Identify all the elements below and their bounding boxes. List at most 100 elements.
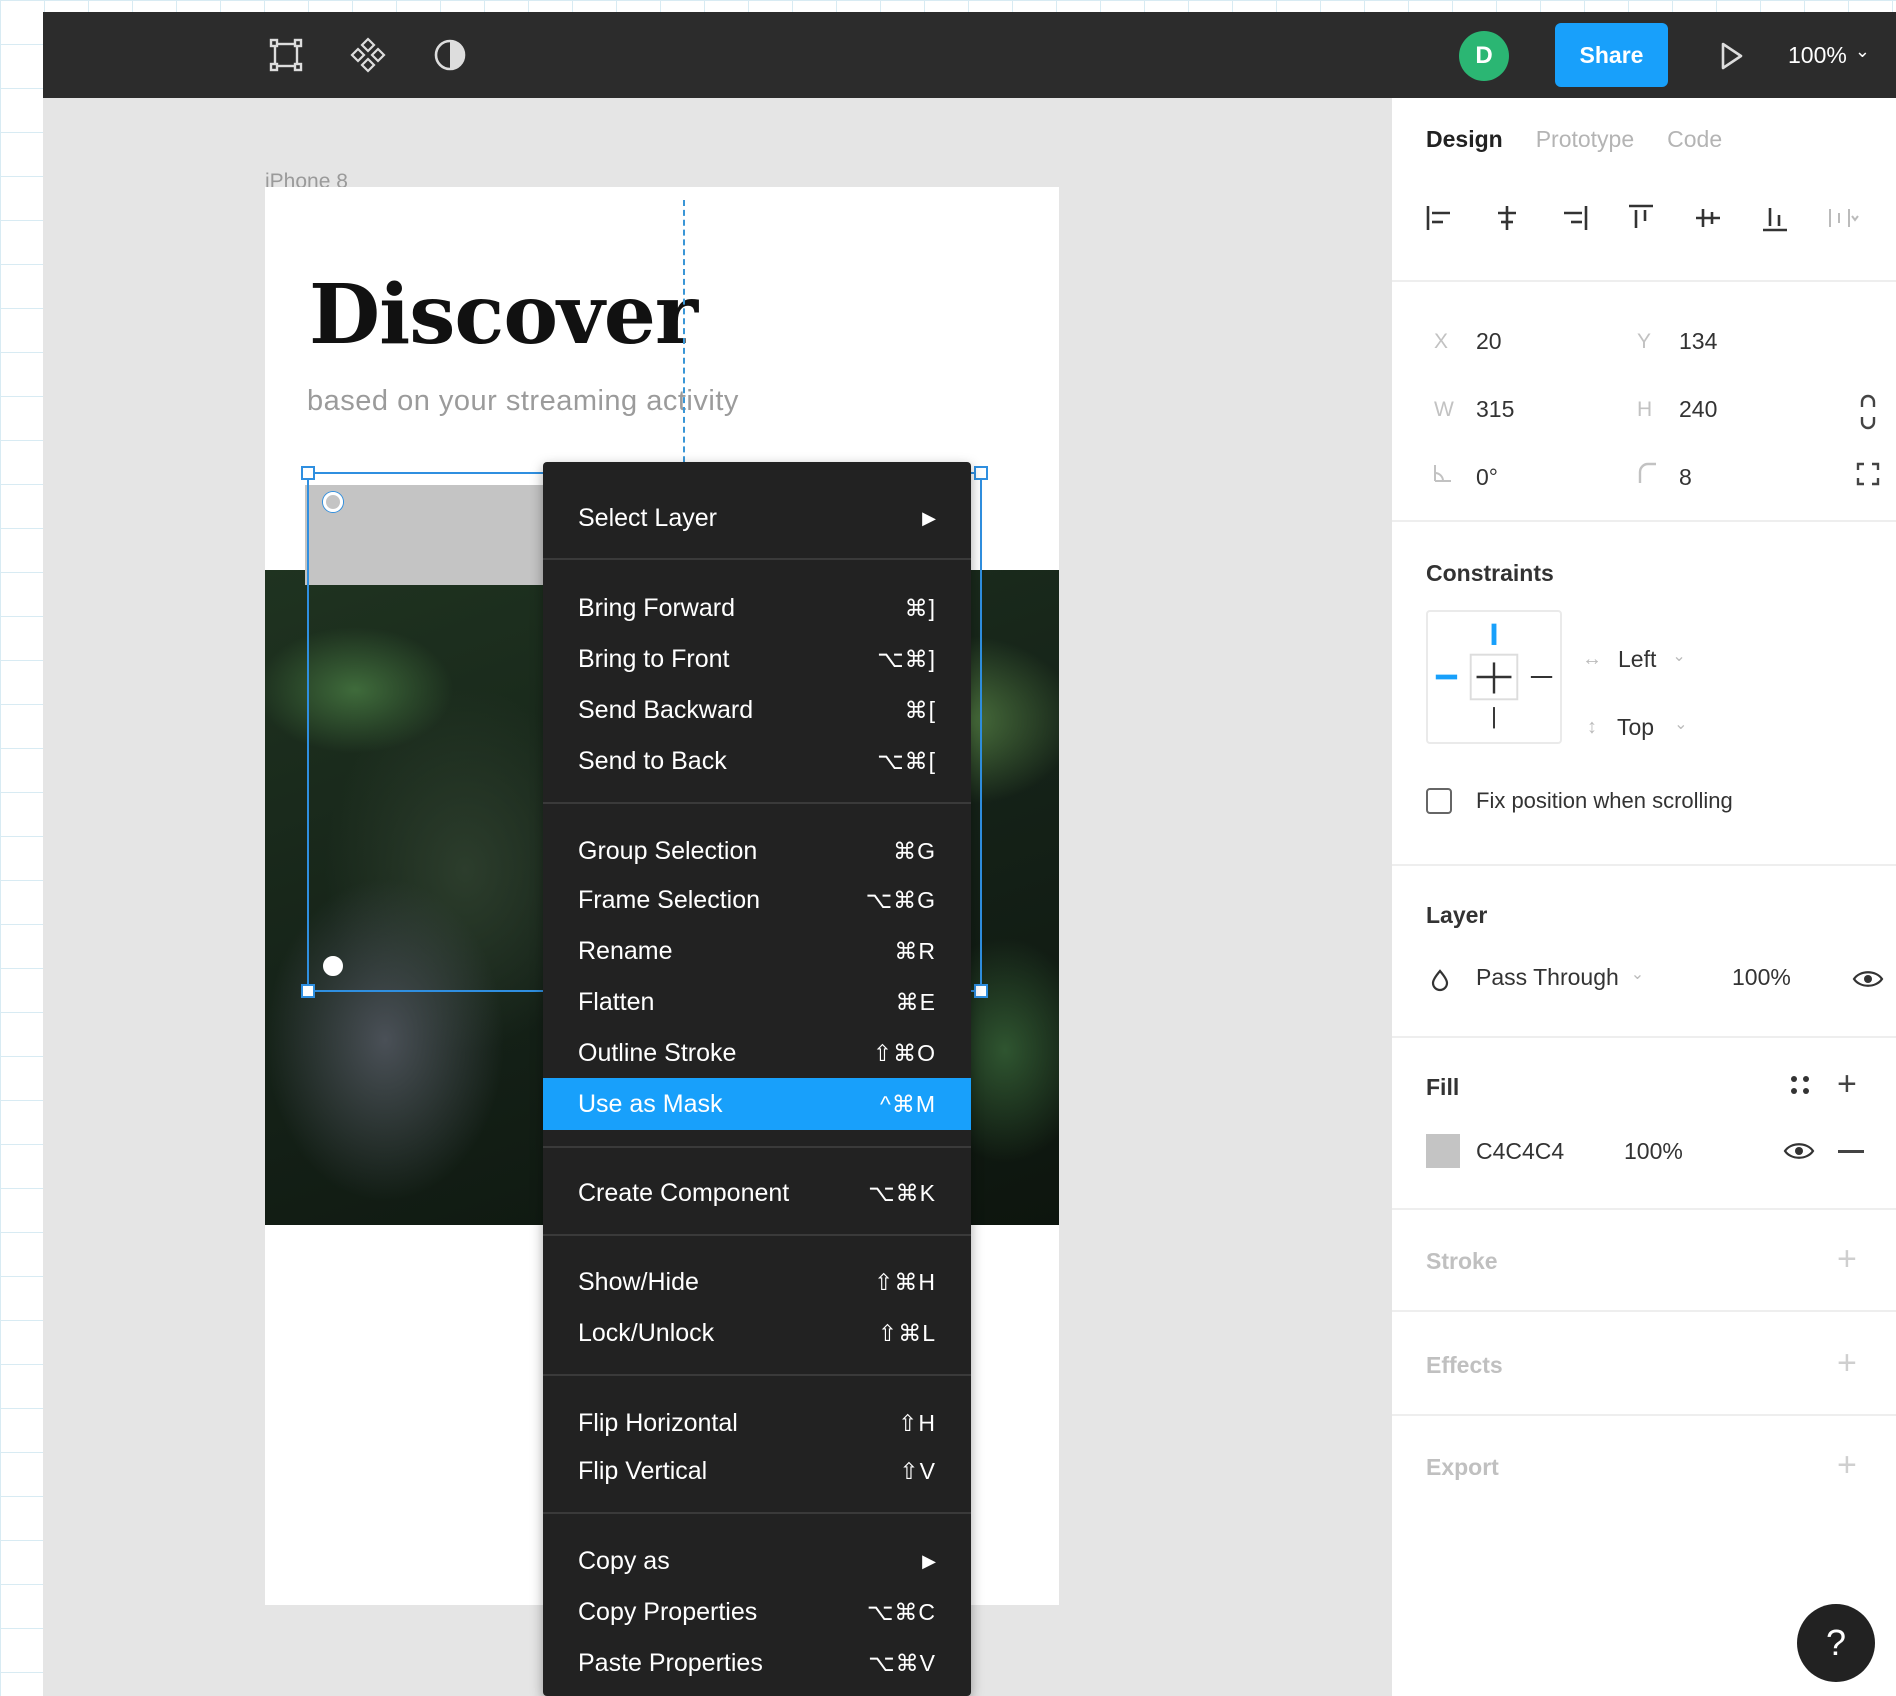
distribute-icon[interactable] [1824, 200, 1860, 236]
menu-item-copy-as[interactable]: Copy as ▶ [543, 1535, 971, 1587]
menu-item-frame-selection[interactable]: Frame Selection ⌥⌘G [543, 874, 971, 926]
constrain-proportions-icon[interactable] [1856, 394, 1880, 430]
panel-divider [1392, 1414, 1896, 1416]
eye-icon[interactable] [1852, 966, 1884, 992]
menu-item-flip-vertical[interactable]: Flip Vertical ⇧V [543, 1445, 971, 1497]
alignment-toolbar [1422, 200, 1860, 236]
menu-item-bring-to-front[interactable]: Bring to Front ⌥⌘] [543, 633, 971, 685]
discover-heading[interactable]: Discover [309, 267, 698, 363]
menu-item-outline-stroke[interactable]: Outline Stroke ⇧⌘O [543, 1027, 971, 1079]
menu-item-flatten[interactable]: Flatten ⌘E [543, 976, 971, 1028]
horizontal-constraint-value: Left [1618, 646, 1657, 672]
blend-mode-select[interactable]: Pass Through ⌄ [1476, 964, 1644, 991]
menu-item-label: Outline Stroke [578, 1038, 737, 1067]
align-vertical-center-icon[interactable] [1690, 200, 1726, 236]
resize-handle-top-right[interactable] [974, 466, 988, 480]
fill-color-swatch[interactable] [1426, 1134, 1460, 1168]
blend-mode-icon [1431, 969, 1449, 992]
zoom-value: 100% [1788, 42, 1847, 68]
menu-item-shortcut: ⌘] [904, 594, 936, 621]
frame-tool-icon[interactable] [265, 34, 307, 76]
layer-opacity-field[interactable]: 100% [1732, 964, 1791, 991]
corner-radius-handle[interactable] [323, 492, 343, 512]
avatar[interactable]: D [1459, 31, 1509, 81]
eye-icon[interactable] [1783, 1138, 1815, 1164]
menu-item-copy-properties[interactable]: Copy Properties ⌥⌘C [543, 1586, 971, 1638]
chevron-down-icon: ⌄ [1854, 41, 1870, 61]
help-button[interactable]: ? [1797, 1604, 1875, 1682]
fill-opacity-field[interactable]: 100% [1624, 1138, 1683, 1165]
menu-item-send-to-back[interactable]: Send to Back ⌥⌘[ [543, 735, 971, 787]
menu-item-label: Flip Horizontal [578, 1408, 738, 1437]
panel-divider [1392, 1036, 1896, 1038]
y-field[interactable]: 134 [1679, 328, 1717, 355]
width-field[interactable]: 315 [1476, 396, 1514, 423]
height-field[interactable]: 240 [1679, 396, 1717, 423]
menu-divider [543, 1374, 971, 1376]
menu-item-shortcut: ^⌘M [880, 1090, 936, 1117]
menu-item-label: Lock/Unlock [578, 1318, 715, 1347]
rotation-icon [1434, 465, 1451, 482]
resize-handle-bottom-left[interactable] [301, 984, 315, 998]
center-guide-line [683, 200, 685, 482]
horizontal-arrows-icon: ↔ [1582, 648, 1602, 670]
contrast-icon[interactable] [429, 34, 471, 76]
component-icon[interactable] [347, 34, 389, 76]
x-field[interactable]: 20 [1476, 328, 1502, 355]
align-left-icon[interactable] [1422, 200, 1458, 236]
horizontal-constraint-select[interactable]: ↔ Left ⌄ [1582, 646, 1686, 673]
properties-panel: Design Prototype Code X 20 Y 134 W 315 H… [1392, 98, 1896, 1696]
panel-divider [1392, 520, 1896, 522]
fill-hex-field[interactable]: C4C4C4 [1476, 1138, 1564, 1165]
layer-title: Layer [1426, 902, 1488, 928]
rotation-field[interactable]: 0° [1476, 464, 1498, 491]
menu-item-create-component[interactable]: Create Component ⌥⌘K [543, 1167, 971, 1219]
add-stroke-icon[interactable]: + [1837, 1242, 1857, 1276]
align-right-icon[interactable] [1556, 200, 1592, 236]
chevron-down-icon: ⌄ [1630, 965, 1645, 983]
menu-item-send-backward[interactable]: Send Backward ⌘[ [543, 684, 971, 736]
share-button[interactable]: Share [1555, 23, 1668, 87]
add-fill-icon[interactable]: + [1837, 1067, 1857, 1101]
menu-item-flip-horizontal[interactable]: Flip Horizontal ⇧H [543, 1397, 971, 1449]
menu-item-shortcut: ⌥⌘V [868, 1649, 936, 1676]
menu-item-shortcut: ⇧⌘L [877, 1319, 936, 1346]
tab-prototype[interactable]: Prototype [1536, 126, 1634, 153]
align-horizontal-center-icon[interactable] [1489, 200, 1525, 236]
menu-item-use-as-mask[interactable]: Use as Mask ^⌘M [543, 1078, 971, 1130]
zoom-dropdown[interactable]: 100% ⌄ [1788, 41, 1870, 69]
menu-item-lock-unlock[interactable]: Lock/Unlock ⇧⌘L [543, 1307, 971, 1359]
remove-fill-icon[interactable] [1838, 1150, 1864, 1153]
menu-item-label: Send to Back [578, 746, 727, 775]
menu-item-label: Flatten [578, 987, 655, 1016]
corner-radius-handle-bottom[interactable] [323, 956, 343, 976]
subheading-text[interactable]: based on your streaming activity [307, 385, 739, 418]
menu-item-select-layer[interactable]: Select Layer ▶ [543, 492, 971, 544]
resize-handle-top-left[interactable] [301, 466, 315, 480]
tab-design[interactable]: Design [1426, 126, 1503, 153]
independent-corners-icon[interactable] [1856, 462, 1880, 486]
submenu-arrow-icon: ▶ [922, 1550, 936, 1571]
menu-item-show-hide[interactable]: Show/Hide ⇧⌘H [543, 1256, 971, 1308]
constraints-widget[interactable] [1426, 610, 1562, 744]
menu-item-bring-forward[interactable]: Bring Forward ⌘] [543, 582, 971, 634]
vertical-constraint-select[interactable]: ↕ Top ⌄ [1587, 714, 1688, 741]
panel-divider [1392, 280, 1896, 282]
menu-divider [543, 802, 971, 804]
add-export-icon[interactable]: + [1837, 1448, 1857, 1482]
menu-item-group-selection[interactable]: Group Selection ⌘G [543, 825, 971, 877]
menu-divider [543, 1146, 971, 1148]
align-top-icon[interactable] [1623, 200, 1659, 236]
menu-item-label: Select Layer [578, 503, 717, 532]
menu-item-rename[interactable]: Rename ⌘R [543, 925, 971, 977]
corner-radius-field[interactable]: 8 [1679, 464, 1692, 491]
menu-item-paste-properties[interactable]: Paste Properties ⌥⌘V [543, 1637, 971, 1689]
add-effect-icon[interactable]: + [1837, 1346, 1857, 1380]
align-bottom-icon[interactable] [1757, 200, 1793, 236]
tab-code[interactable]: Code [1667, 126, 1722, 153]
style-grid-icon[interactable] [1787, 1072, 1813, 1098]
menu-item-shortcut: ⌘G [893, 837, 936, 864]
fix-position-checkbox[interactable] [1426, 788, 1452, 814]
resize-handle-bottom-right[interactable] [974, 984, 988, 998]
play-icon[interactable] [1711, 36, 1751, 76]
